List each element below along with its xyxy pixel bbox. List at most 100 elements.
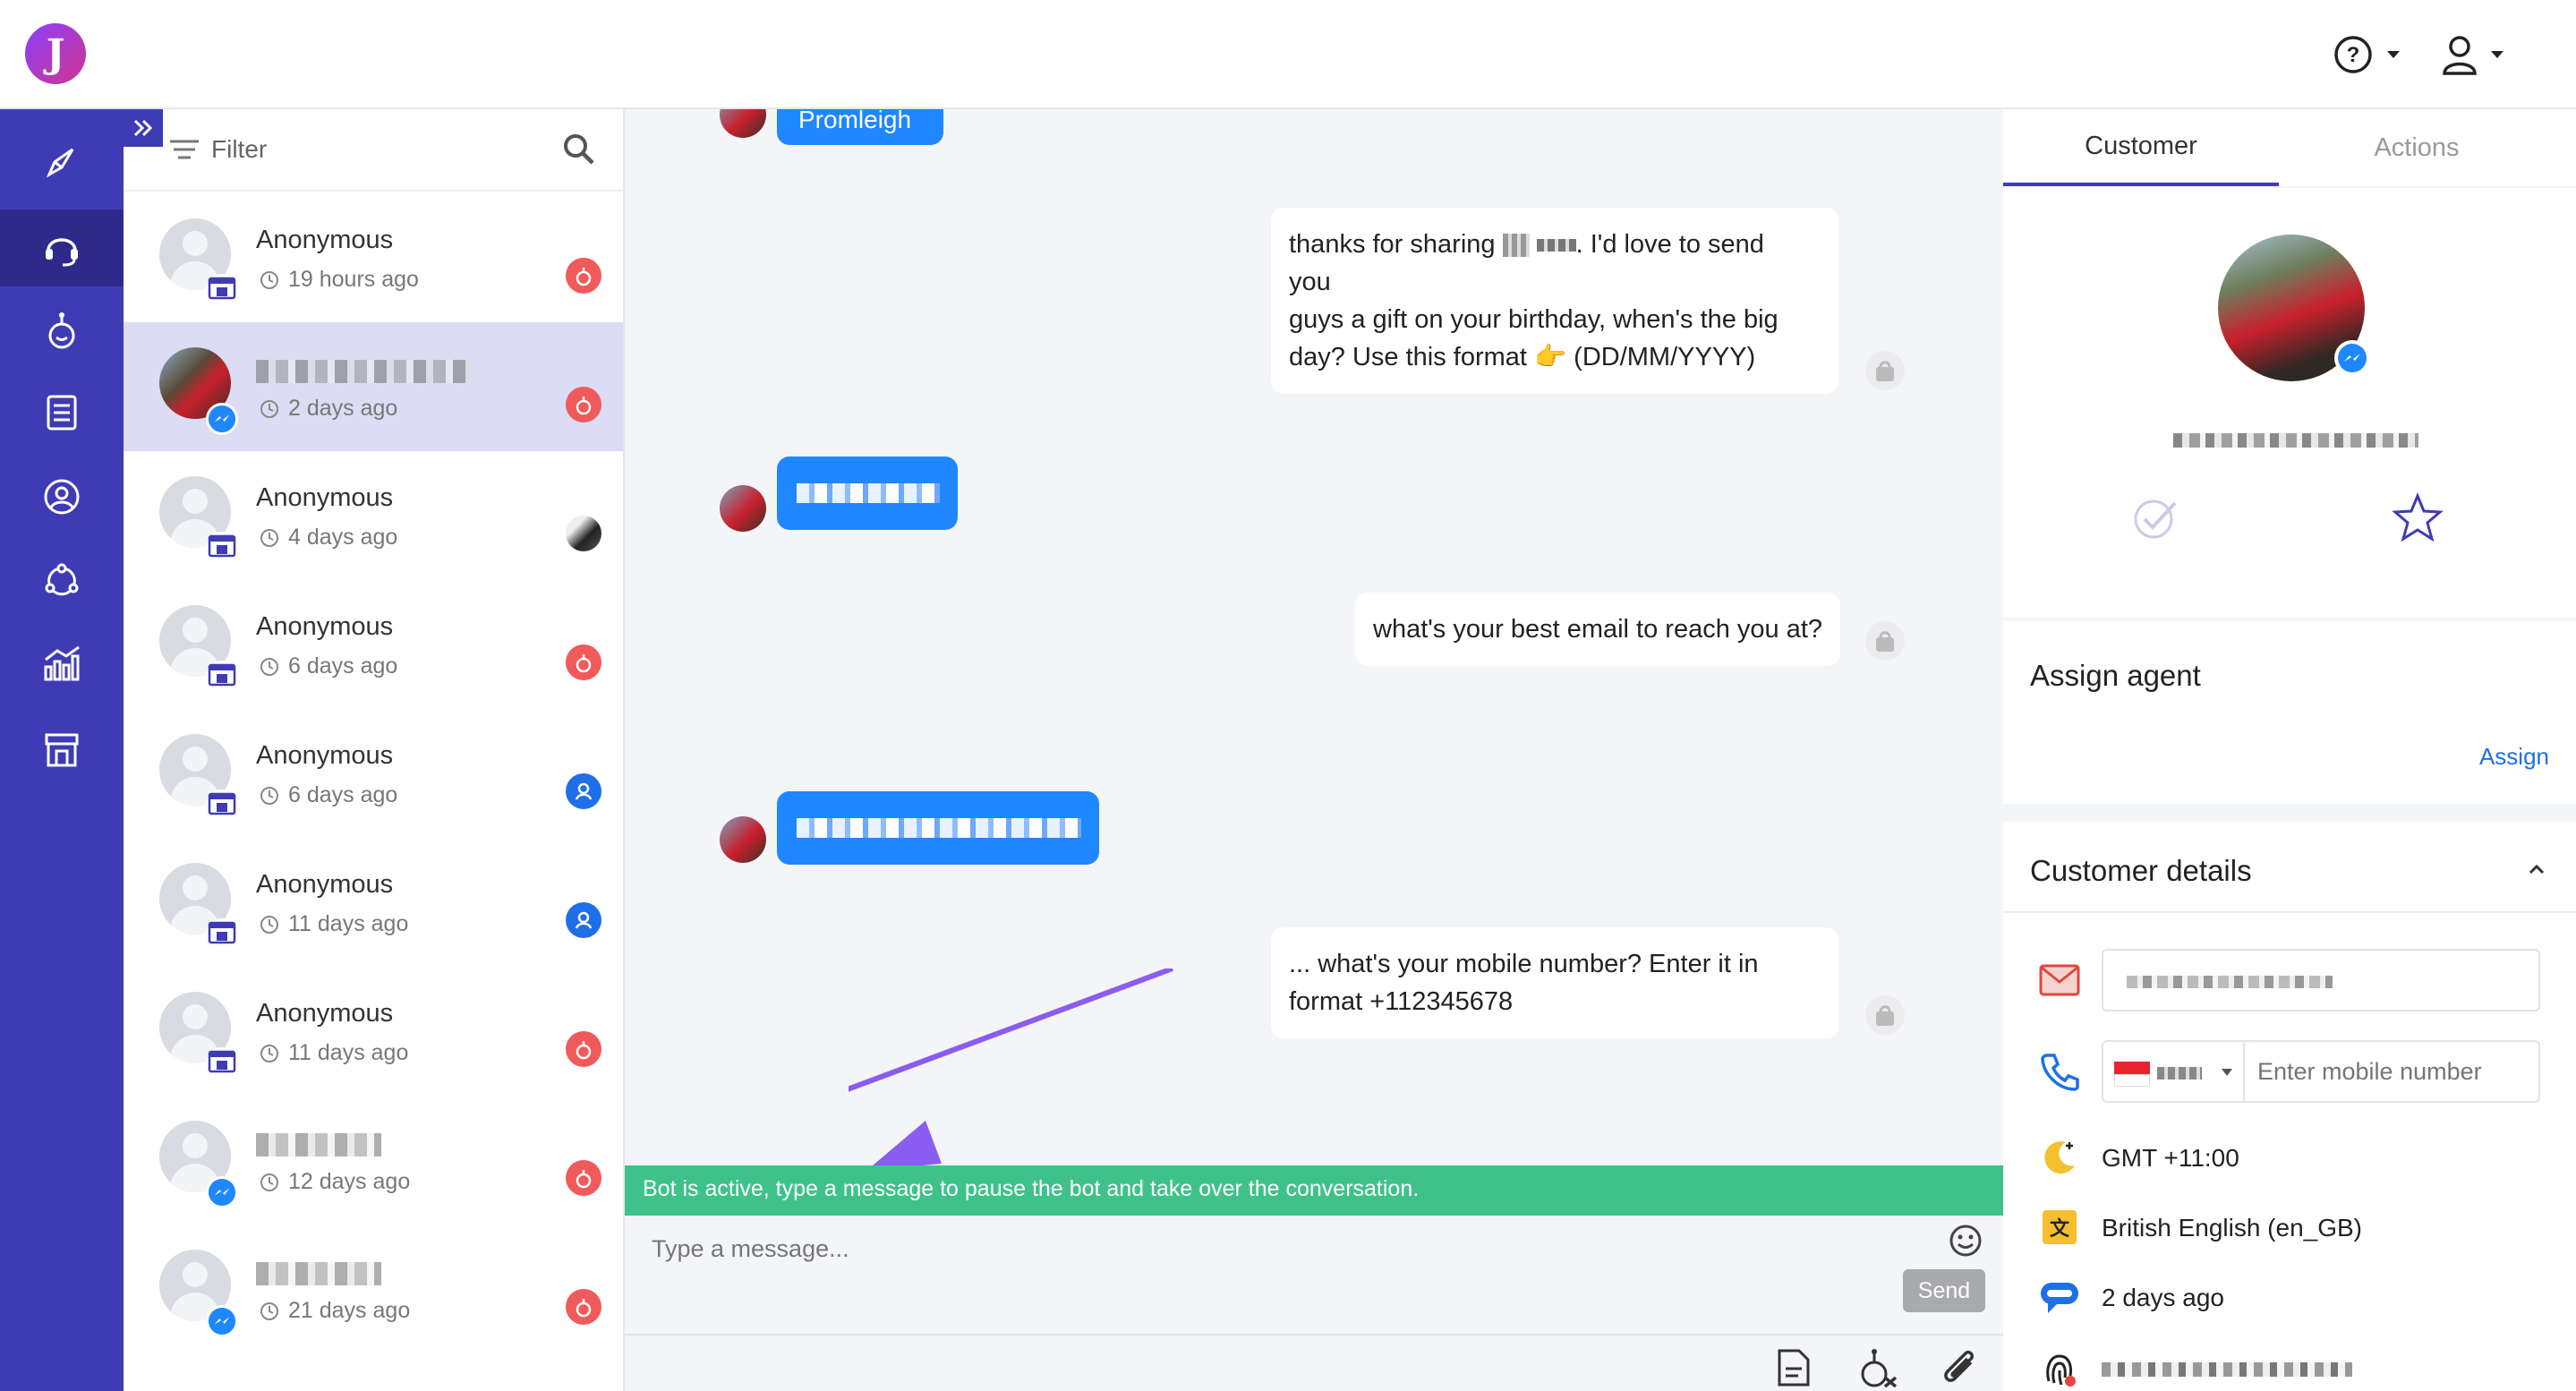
- messenger-icon: [206, 1305, 238, 1337]
- conversation-time-label: 21 days ago: [288, 1298, 411, 1323]
- message-bubble-bot: what's your best email to reach you at?: [1355, 593, 1841, 666]
- sidebar-item-orders[interactable]: [0, 374, 124, 451]
- conversation-item[interactable]: Anonymous 6 days ago: [124, 709, 623, 838]
- telephone-icon: [2041, 1054, 2079, 1091]
- customer-avatar: [720, 485, 766, 532]
- redacted-identifier: [2102, 1362, 2352, 1377]
- star-icon: [2392, 492, 2444, 542]
- conversation-time-label: 6 days ago: [288, 653, 398, 678]
- message-line: you: [1289, 268, 1331, 296]
- headset-icon: [46, 238, 78, 267]
- conversation-name: Anonymous: [256, 741, 394, 770]
- clock-icon: [260, 786, 278, 805]
- fingerprint-icon: [2037, 1348, 2082, 1389]
- favorite-button[interactable]: [2392, 492, 2444, 547]
- conversation-time-label: 11 days ago: [288, 1040, 409, 1065]
- message-bubble-customer: [777, 791, 1099, 865]
- conversation-item[interactable]: Anonymous 4 days ago: [124, 451, 623, 580]
- bot-sender-icon: [1865, 621, 1905, 661]
- phone-icon: [2037, 1051, 2082, 1092]
- resolve-button[interactable]: [2130, 496, 2180, 545]
- template-button[interactable]: [1776, 1344, 1812, 1391]
- message-line: what's your best email to reach you at?: [1373, 615, 1823, 644]
- redacted-email: [2127, 976, 2333, 988]
- sidebar-item-campaigns[interactable]: [0, 124, 124, 201]
- sidebar-item-segments[interactable]: [0, 542, 124, 619]
- message-input[interactable]: [652, 1235, 1815, 1263]
- conversation-name-redacted: [256, 1133, 381, 1156]
- shopping-bag-icon: [1876, 631, 1894, 652]
- send-button[interactable]: Send: [1903, 1269, 1985, 1312]
- tab-customer[interactable]: Customer: [2003, 109, 2279, 186]
- user-menu[interactable]: [2442, 32, 2504, 77]
- svg-text:?: ?: [2347, 43, 2360, 67]
- filter-bar[interactable]: Filter: [124, 109, 623, 192]
- chevron-down-icon: [2387, 51, 2400, 58]
- redacted-text: [1502, 234, 1530, 258]
- clock-icon: [260, 1173, 278, 1191]
- sidebar: [0, 109, 124, 1391]
- last-seen-value: 2 days ago: [2102, 1284, 2224, 1311]
- assign-link[interactable]: Assign: [2479, 743, 2549, 771]
- svg-text:文: 文: [2050, 1217, 2070, 1241]
- conversation-time: 21 days ago: [260, 1298, 410, 1324]
- conversation-item[interactable]: 2 days ago: [124, 322, 623, 451]
- conversation-item[interactable]: Anonymous 11 days ago: [124, 967, 623, 1096]
- attach-button[interactable]: [1941, 1344, 1980, 1391]
- conversation-item[interactable]: 12 days ago: [124, 1096, 623, 1225]
- conversation-item[interactable]: Anonymous 19 hours ago: [124, 193, 623, 322]
- sidebar-item-inbox[interactable]: [0, 209, 124, 286]
- help-circle-icon: ?: [2334, 36, 2372, 73]
- bot-sender-icon: [1865, 995, 1905, 1035]
- conversation-name: Anonymous: [256, 870, 394, 899]
- message-bubble-bot: thanks for sharing . I'd love to send yo…: [1271, 208, 1838, 394]
- sidebar-item-analytics[interactable]: [0, 625, 124, 702]
- help-menu[interactable]: ?: [2333, 32, 2401, 77]
- language-icon: 文: [2037, 1207, 2082, 1248]
- web-chat-icon: [206, 532, 238, 564]
- stop-bot-button[interactable]: [1855, 1344, 1899, 1391]
- phone-row: [2003, 1040, 2576, 1103]
- annotation-arrow: [849, 969, 1174, 1171]
- conversation-time: 6 days ago: [260, 782, 397, 808]
- timezone-value: GMT +11:00: [2102, 1144, 2239, 1172]
- emoji-icon: [1949, 1225, 1982, 1257]
- agent-status-icon: [566, 902, 601, 938]
- messenger-icon: [206, 403, 238, 435]
- sidebar-expand-button[interactable]: [124, 109, 163, 147]
- bot-status-icon: [566, 258, 601, 294]
- collapse-button[interactable]: [2528, 863, 2546, 880]
- country-code-select[interactable]: [2102, 1040, 2243, 1103]
- email-field[interactable]: [2102, 949, 2540, 1011]
- emoji-button[interactable]: [1948, 1223, 1983, 1263]
- message-line: day? Use this format 👉 (DD/MM/YYYY): [1289, 343, 1756, 371]
- agent-status-icon: [566, 773, 601, 809]
- rocket-icon: [46, 148, 74, 178]
- conversation-item[interactable]: Anonymous 6 days ago: [124, 580, 623, 709]
- web-chat-icon: [206, 1047, 238, 1080]
- assign-agent-title: Assign agent: [2030, 659, 2201, 692]
- mobile-number-input[interactable]: [2243, 1040, 2540, 1103]
- conversation-item[interactable]: Anonymous 11 days ago: [124, 838, 623, 967]
- fingerprint-icon: [2046, 1354, 2076, 1387]
- app-logo[interactable]: J: [25, 23, 86, 84]
- web-chat-icon: [206, 918, 238, 951]
- conversation-time: 2 days ago: [260, 396, 397, 422]
- sidebar-item-store[interactable]: [0, 711, 124, 788]
- web-chat-icon: [206, 789, 238, 822]
- sidebar-item-customers[interactable]: [0, 458, 124, 535]
- segments-icon: [45, 563, 79, 596]
- message-bubble-customer: [777, 457, 958, 530]
- bot-sender-icon: [1865, 351, 1905, 390]
- bot-active-banner: Bot is active, type a message to pause t…: [625, 1165, 2003, 1216]
- redacted-text: [797, 818, 1081, 838]
- chat-panel: Promleigh thanks for sharing . I'd love …: [625, 109, 2003, 1391]
- flag-icon: [2114, 1062, 2150, 1087]
- tab-actions[interactable]: Actions: [2279, 109, 2555, 186]
- search-button[interactable]: [562, 132, 596, 171]
- conversation-time-label: 19 hours ago: [288, 267, 419, 292]
- sidebar-item-bots[interactable]: [0, 292, 124, 369]
- customer-details-title: Customer details: [2030, 854, 2252, 887]
- conversation-item[interactable]: 21 days ago: [124, 1225, 623, 1353]
- message-composer: Send: [625, 1216, 2003, 1336]
